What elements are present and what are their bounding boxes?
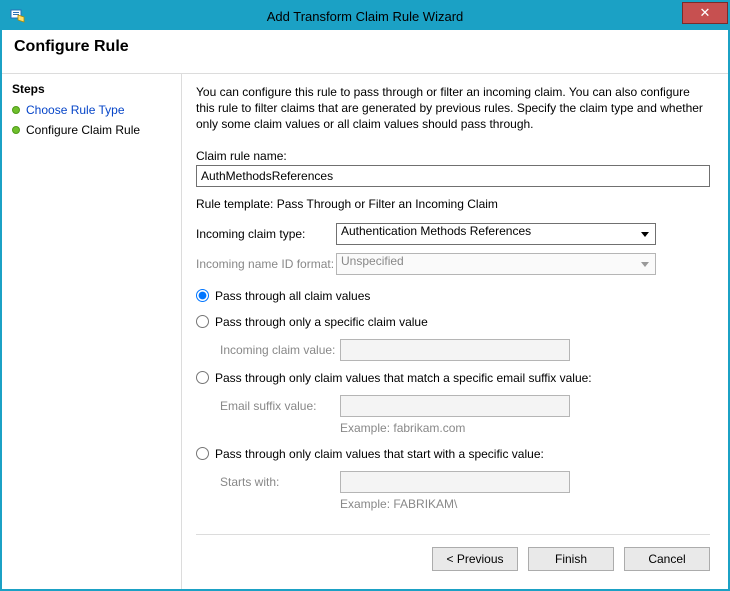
wizard-main: You can configure this rule to pass thro…: [182, 74, 728, 589]
wizard-header: Configure Rule: [2, 30, 728, 74]
incoming-claim-value-row: Incoming claim value:: [220, 339, 710, 361]
step-label: Choose Rule Type: [26, 103, 125, 117]
radio-pass-specific-input[interactable]: [196, 315, 209, 328]
window-title: Add Transform Claim Rule Wizard: [2, 9, 728, 24]
radio-pass-all-label: Pass through all claim values: [215, 289, 370, 303]
radio-pass-all-input[interactable]: [196, 289, 209, 302]
cancel-button[interactable]: Cancel: [624, 547, 710, 571]
radio-pass-all[interactable]: Pass through all claim values: [196, 289, 710, 303]
step-choose-rule-type[interactable]: Choose Rule Type: [2, 100, 181, 120]
incoming-claim-type-row: Incoming claim type: Authentication Meth…: [196, 223, 710, 245]
page-title: Configure Rule: [14, 38, 716, 56]
incoming-name-id-format-row: Incoming name ID format: Unspecified: [196, 253, 710, 275]
radio-email-suffix-input[interactable]: [196, 371, 209, 384]
finish-button[interactable]: Finish: [528, 547, 614, 571]
wizard-body: Steps Choose Rule Type Configure Claim R…: [2, 74, 728, 589]
starts-with-value-input: [340, 471, 570, 493]
starts-with-example: Example: FABRIKAM\: [220, 497, 710, 511]
radio-email-suffix[interactable]: Pass through only claim values that matc…: [196, 371, 710, 385]
incoming-name-id-format-value: Unspecified: [341, 254, 404, 268]
titlebar: Add Transform Claim Rule Wizard ✕: [2, 2, 728, 30]
previous-button[interactable]: < Previous: [432, 547, 518, 571]
radio-starts-with-label: Pass through only claim values that star…: [215, 447, 544, 461]
email-suffix-value-row: Email suffix value:: [220, 395, 710, 417]
step-label: Configure Claim Rule: [26, 123, 140, 137]
radio-pass-specific-label: Pass through only a specific claim value: [215, 315, 428, 329]
starts-with-value-label: Starts with:: [220, 475, 340, 489]
claim-rule-name-input[interactable]: [196, 165, 710, 187]
step-bullet-icon: [12, 106, 20, 114]
email-suffix-value-input: [340, 395, 570, 417]
steps-heading: Steps: [2, 80, 181, 100]
rule-template-text: Rule template: Pass Through or Filter an…: [196, 197, 710, 211]
claim-rule-name-label: Claim rule name:: [196, 149, 710, 163]
close-button[interactable]: ✕: [682, 2, 728, 24]
close-icon: ✕: [700, 5, 711, 21]
app-icon: [8, 6, 28, 26]
incoming-name-id-format-select: Unspecified: [336, 253, 656, 275]
incoming-claim-type-value: Authentication Methods References: [341, 224, 531, 238]
radio-starts-with[interactable]: Pass through only claim values that star…: [196, 447, 710, 461]
step-bullet-icon: [12, 126, 20, 134]
starts-with-value-row: Starts with:: [220, 471, 710, 493]
incoming-claim-type-label: Incoming claim type:: [196, 227, 336, 241]
incoming-name-id-format-label: Incoming name ID format:: [196, 257, 336, 271]
incoming-claim-value-label: Incoming claim value:: [220, 343, 340, 357]
step-configure-claim-rule[interactable]: Configure Claim Rule: [2, 120, 181, 140]
radio-email-suffix-label: Pass through only claim values that matc…: [215, 371, 592, 385]
radio-pass-specific[interactable]: Pass through only a specific claim value: [196, 315, 710, 329]
steps-sidebar: Steps Choose Rule Type Configure Claim R…: [2, 74, 182, 589]
email-suffix-value-label: Email suffix value:: [220, 399, 340, 413]
radio-starts-with-input[interactable]: [196, 447, 209, 460]
wizard-window: Add Transform Claim Rule Wizard ✕ Config…: [0, 0, 730, 591]
intro-text: You can configure this rule to pass thro…: [196, 84, 710, 133]
wizard-footer: < Previous Finish Cancel: [196, 534, 710, 579]
email-suffix-example: Example: fabrikam.com: [220, 421, 710, 435]
incoming-claim-type-select[interactable]: Authentication Methods References: [336, 223, 656, 245]
incoming-claim-value-input: [340, 339, 570, 361]
